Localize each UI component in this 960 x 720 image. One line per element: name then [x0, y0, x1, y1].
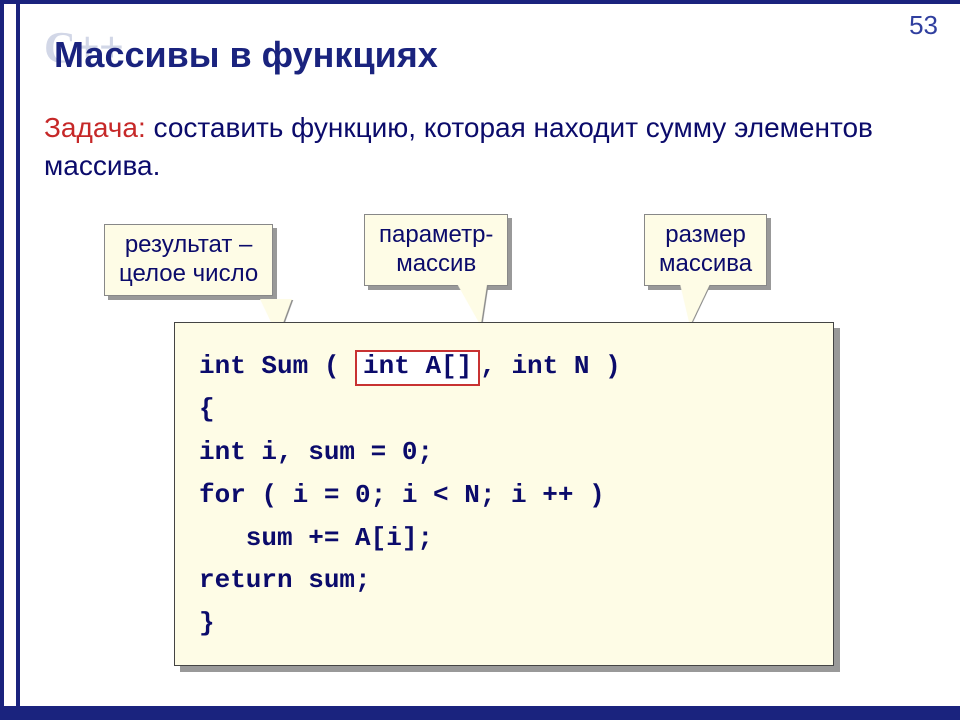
code-block: int Sum ( int A[], int N ) { int i, sum …: [174, 322, 834, 666]
code-highlight-param: int A[]: [355, 350, 480, 386]
task-label: Задача:: [44, 112, 146, 143]
page-number: 53: [909, 10, 938, 41]
code-line: int i, sum = 0;: [199, 437, 433, 467]
code-line: sum += A[i];: [199, 523, 433, 553]
task-body: составить функцию, которая находит сумму…: [44, 112, 873, 181]
slide-title: Массивы в функциях: [54, 34, 438, 76]
callout-line: результат –: [125, 231, 253, 258]
bottom-accent-bar: [0, 710, 960, 720]
callout-line: целое число: [119, 260, 258, 287]
callout-result-integer: результат – целое число: [104, 224, 273, 296]
code-fragment: , int N ): [480, 351, 620, 381]
callout-line: массива: [659, 250, 752, 277]
slide: 53 C++ Массивы в функциях Задача: состав…: [0, 0, 960, 710]
inner-border: [16, 4, 20, 706]
code-line: return sum;: [199, 565, 371, 595]
code-line: for ( i = 0; i < N; i ++ ): [199, 480, 605, 510]
callout-array-size: размер массива: [644, 214, 767, 286]
code-fragment: int Sum (: [199, 351, 355, 381]
callout-line: массив: [396, 250, 476, 277]
callout-line: параметр-: [379, 221, 493, 248]
code-line: int Sum ( int A[], int N ): [199, 351, 621, 381]
callout-param-array: параметр- массив: [364, 214, 508, 286]
code-line: {: [199, 394, 215, 424]
callout-tail-icon: [668, 284, 710, 326]
code-line: }: [199, 608, 215, 638]
callout-tail-icon: [457, 284, 501, 326]
task-text: Задача: составить функцию, которая наход…: [44, 109, 930, 185]
callout-line: размер: [665, 221, 746, 248]
